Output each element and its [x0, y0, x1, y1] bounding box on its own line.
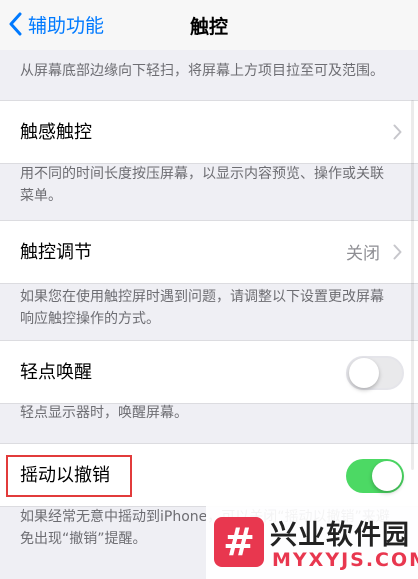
scrollbar[interactable]: [411, 100, 414, 470]
tap-to-wake-toggle[interactable]: [346, 356, 404, 390]
highlight-box: [6, 455, 132, 497]
haptic-touch-footnote: 用不同的时间长度按压屏幕，以显示内容预览、操作或关联菜单。: [20, 166, 384, 204]
row-label: 轻点唤醒: [20, 362, 92, 383]
watermark-logo-icon: #: [214, 517, 264, 567]
chevron-right-icon: [393, 244, 402, 260]
shake-to-undo-toggle[interactable]: [346, 459, 404, 493]
reachability-footnote: 从屏幕底部边缘向下轻扫，将屏幕上方项目拉至可及范围。: [20, 63, 384, 79]
watermark-name: 兴业软件园: [270, 520, 410, 551]
row-value: 关闭: [346, 244, 380, 264]
touch-accommodations-footnote: 如果您在使用触控屏时遇到问题，请调整以下设置更改屏幕响应触控操作的方式。: [20, 289, 384, 327]
tap-to-wake-footnote: 轻点显示器时，唤醒屏幕。: [20, 405, 188, 421]
page-title: 触控: [189, 16, 228, 38]
watermark: # 兴业软件园 MYXYJS.COM: [206, 505, 418, 579]
navigation-bar: 辅助功能 触控: [0, 0, 418, 50]
toggle-knob: [349, 358, 379, 388]
row-tap-to-wake: 轻点唤醒: [0, 340, 418, 404]
row-touch-accommodations[interactable]: 触控调节 关闭: [0, 220, 418, 284]
row-label: 触控调节: [20, 242, 92, 263]
row-haptic-touch[interactable]: 触感触控: [0, 100, 418, 164]
watermark-url: MYXYJS.COM: [272, 549, 418, 571]
row-label: 触感触控: [20, 122, 92, 143]
toggle-knob: [372, 461, 402, 491]
chevron-right-icon: [393, 124, 402, 140]
